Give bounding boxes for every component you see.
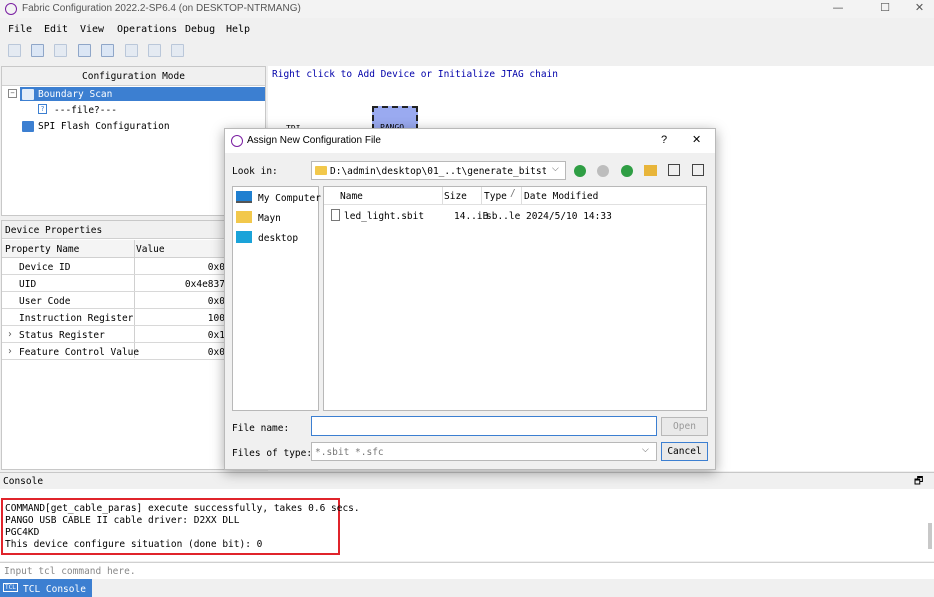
console-line: COMMAND[get_cable_paras] execute success… bbox=[5, 503, 360, 514]
window-title: Fabric Configuration 2022.2-SP6.4 (on DE… bbox=[22, 3, 301, 14]
files-of-type-value: *.sbit *.sfc bbox=[315, 447, 384, 458]
folder-icon bbox=[236, 211, 252, 223]
parent-folder-icon[interactable] bbox=[621, 165, 633, 177]
tab-tcl-console[interactable]: TCL TCL Console bbox=[0, 579, 92, 597]
tree-item-label: Boundary Scan bbox=[38, 89, 113, 100]
tcl-input[interactable]: Input tcl command here. bbox=[0, 562, 934, 579]
column-size[interactable]: Size bbox=[444, 191, 467, 202]
property-name: Device ID bbox=[19, 262, 71, 273]
device-properties-header: Device Properties bbox=[5, 225, 103, 236]
sort-indicator-icon: / bbox=[510, 188, 516, 199]
scan-chain-icon[interactable] bbox=[8, 44, 21, 57]
debug-icon[interactable] bbox=[148, 44, 161, 57]
cancel-button[interactable]: Cancel bbox=[661, 442, 708, 461]
menu-file[interactable]: File bbox=[8, 24, 32, 35]
app-logo-icon bbox=[231, 135, 243, 147]
app-logo-icon bbox=[5, 3, 17, 15]
file-placeholder-icon: ? bbox=[38, 104, 47, 114]
files-of-type-label: Files of type: bbox=[232, 448, 313, 459]
list-mode-icon[interactable] bbox=[668, 164, 680, 176]
column-property-name[interactable]: Property Name bbox=[5, 244, 79, 255]
console-scrollbar[interactable] bbox=[928, 523, 932, 549]
settings-icon[interactable] bbox=[125, 44, 138, 57]
property-name: UID bbox=[19, 279, 37, 290]
console-line: This device configure situation (done bi… bbox=[5, 539, 263, 550]
console-header: Console bbox=[3, 476, 44, 487]
back-icon[interactable] bbox=[574, 165, 586, 177]
file-list: Name Size Type / Date Modified led_light… bbox=[323, 186, 707, 411]
column-name[interactable]: Name bbox=[340, 191, 363, 202]
place-mayn[interactable]: Mayn bbox=[258, 213, 281, 224]
column-type[interactable]: Type bbox=[484, 191, 507, 202]
menu-help[interactable]: Help bbox=[226, 24, 250, 35]
property-name: Feature Control Value bbox=[19, 347, 140, 358]
minimize-button[interactable]: — bbox=[818, 0, 858, 18]
place-my-computer[interactable]: My Computer bbox=[258, 193, 321, 204]
file-type: sb..le bbox=[486, 211, 521, 222]
grid-view-icon[interactable] bbox=[54, 44, 67, 57]
files-of-type-select[interactable]: *.sbit *.sfc ⌵ bbox=[311, 442, 657, 461]
look-in-path: D:\admin\desktop\01_..t\generate_bitstre… bbox=[330, 166, 546, 177]
property-name: Status Register bbox=[19, 330, 105, 341]
menu-operations[interactable]: Operations bbox=[117, 24, 177, 35]
maximize-button[interactable]: ☐ bbox=[865, 0, 905, 18]
file-name-input[interactable] bbox=[311, 416, 657, 436]
column-value[interactable]: Value bbox=[136, 244, 165, 255]
menu-edit[interactable]: Edit bbox=[44, 24, 68, 35]
console-line: PGC4KD bbox=[5, 527, 40, 538]
chevron-right-icon[interactable]: › bbox=[7, 346, 13, 357]
tree-item-spi-flash[interactable]: SPI Flash Configuration bbox=[38, 121, 170, 132]
desktop-icon bbox=[236, 231, 252, 243]
new-folder-icon[interactable] bbox=[644, 165, 657, 176]
spi-flash-icon bbox=[22, 121, 34, 132]
computer-icon bbox=[236, 191, 252, 203]
assign-file-dialog: Assign New Configuration File ? ✕ Look i… bbox=[224, 128, 716, 470]
menu-bar: File Edit View Operations Debug Help bbox=[0, 20, 934, 38]
canvas-hint: Right click to Add Device or Initialize … bbox=[272, 69, 558, 80]
list-view-icon[interactable] bbox=[101, 44, 114, 57]
dialog-title: Assign New Configuration File bbox=[247, 135, 381, 146]
console-header-bar: Console 🗗 bbox=[0, 472, 934, 490]
file-icon bbox=[331, 209, 340, 221]
collapse-toggle-icon[interactable]: − bbox=[8, 89, 17, 98]
tab-label: TCL Console bbox=[23, 584, 86, 595]
configuration-mode-header: Configuration Mode bbox=[82, 71, 185, 82]
toolbar bbox=[0, 42, 934, 62]
open-button[interactable]: Open bbox=[661, 417, 708, 436]
folder-icon bbox=[315, 166, 327, 175]
file-name: led_light.sbit bbox=[344, 211, 425, 222]
column-date-modified[interactable]: Date Modified bbox=[524, 191, 598, 202]
places-sidebar: My Computer Mayn desktop bbox=[232, 186, 321, 411]
look-in-label: Look in: bbox=[232, 166, 278, 177]
menu-debug[interactable]: Debug bbox=[185, 24, 215, 35]
look-in-combo[interactable]: D:\admin\desktop\01_..t\generate_bitstre… bbox=[311, 161, 566, 180]
chevron-right-icon[interactable]: › bbox=[7, 329, 13, 340]
title-bar: Fabric Configuration 2022.2-SP6.4 (on DE… bbox=[0, 0, 934, 18]
chevron-down-icon: ⌵ bbox=[552, 164, 559, 174]
file-size: 14..iB bbox=[454, 211, 489, 222]
add-device-icon[interactable] bbox=[31, 44, 44, 57]
property-name: Instruction Register bbox=[19, 313, 134, 324]
file-date: 2024/5/10 14:33 bbox=[526, 211, 612, 222]
tree-item-file[interactable]: ---file?--- bbox=[54, 105, 117, 116]
boundary-scan-icon bbox=[22, 89, 34, 100]
tcl-input-placeholder: Input tcl command here. bbox=[4, 566, 136, 577]
file-row[interactable]: led_light.sbit 14..iB sb..le 2024/5/10 1… bbox=[324, 208, 706, 224]
help-button[interactable]: ? bbox=[661, 134, 667, 146]
menu-view[interactable]: View bbox=[80, 24, 104, 35]
tcl-icon: TCL bbox=[3, 583, 18, 592]
detail-mode-icon[interactable] bbox=[692, 164, 704, 176]
chevron-down-icon: ⌵ bbox=[642, 445, 649, 455]
console-line: PANGO USB CABLE II cable driver: D2XX DL… bbox=[5, 515, 240, 526]
dialog-close-button[interactable]: ✕ bbox=[692, 133, 701, 146]
place-desktop[interactable]: desktop bbox=[258, 233, 298, 244]
flash-icon[interactable] bbox=[171, 44, 184, 57]
forward-icon[interactable] bbox=[597, 165, 609, 177]
property-name: User Code bbox=[19, 296, 71, 307]
file-name-label: File name: bbox=[232, 423, 290, 434]
close-button[interactable]: ✕ bbox=[905, 0, 934, 18]
console-output: COMMAND[get_cable_paras] execute success… bbox=[0, 489, 934, 561]
program-icon[interactable] bbox=[78, 44, 91, 57]
